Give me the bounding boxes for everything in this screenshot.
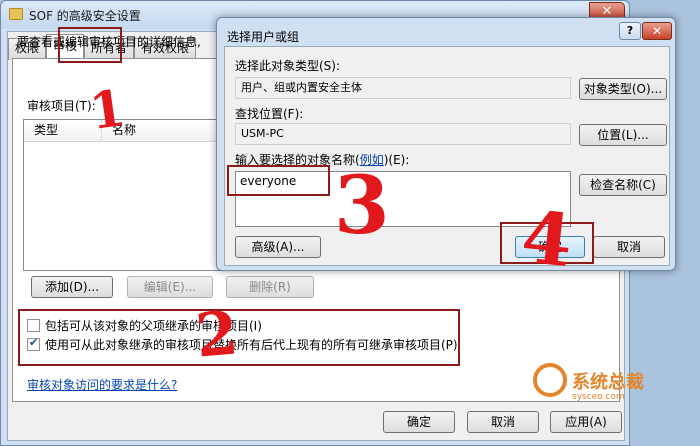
- annotation-number-2: 2: [193, 298, 241, 372]
- advanced-button[interactable]: 高级(A)...: [235, 236, 321, 258]
- cancel-button[interactable]: 取消: [467, 411, 539, 433]
- annotation-number-3: 3: [334, 158, 390, 252]
- annotation-box-name-input: [227, 165, 330, 196]
- remove-button[interactable]: 删除(R): [226, 276, 314, 298]
- audit-items-label: 审核项目(T):: [27, 99, 96, 113]
- add-button[interactable]: 添加(D)...: [31, 276, 113, 298]
- object-types-button[interactable]: 对象类型(O)...: [579, 78, 667, 100]
- locations-button[interactable]: 位置(L)...: [579, 124, 667, 146]
- watermark-brand: 系统总裁: [572, 372, 644, 393]
- annotation-box-audit-tab: [58, 27, 122, 63]
- object-type-value: 用户、组或内置安全主体: [235, 77, 571, 99]
- location-value: USM-PC: [235, 123, 571, 145]
- watermark-sub: sysceo.com: [572, 392, 625, 402]
- location-label: 查找位置(F):: [235, 107, 304, 121]
- window-title: SOF 的高级安全设置: [29, 9, 141, 23]
- audit-help-link[interactable]: 审核对象访问的要求是什么?: [27, 376, 177, 393]
- check-names-button[interactable]: 检查名称(C): [579, 174, 667, 196]
- dialog-cancel-button[interactable]: 取消: [593, 236, 665, 258]
- annotation-number-4: 4: [517, 193, 577, 284]
- object-type-label: 选择此对象类型(S):: [235, 59, 341, 73]
- dialog-close-button[interactable]: ✕: [642, 22, 672, 40]
- dialog-title: 选择用户或组: [227, 30, 300, 44]
- ok-button[interactable]: 确定: [383, 411, 455, 433]
- select-users-dialog: 选择用户或组 ? ✕ 选择此对象类型(S): 用户、组或内置安全主体 对象类型(…: [216, 17, 676, 271]
- column-type[interactable]: 类型: [24, 120, 102, 141]
- edit-button[interactable]: 编辑(E)...: [127, 276, 213, 298]
- apply-button[interactable]: 应用(A): [550, 411, 622, 433]
- folder-icon: [9, 8, 23, 20]
- dialog-body: 选择此对象类型(S): 用户、组或内置安全主体 对象类型(O)... 查找位置(…: [224, 46, 670, 266]
- help-button[interactable]: ?: [619, 22, 641, 40]
- brand-logo-icon: [533, 363, 567, 397]
